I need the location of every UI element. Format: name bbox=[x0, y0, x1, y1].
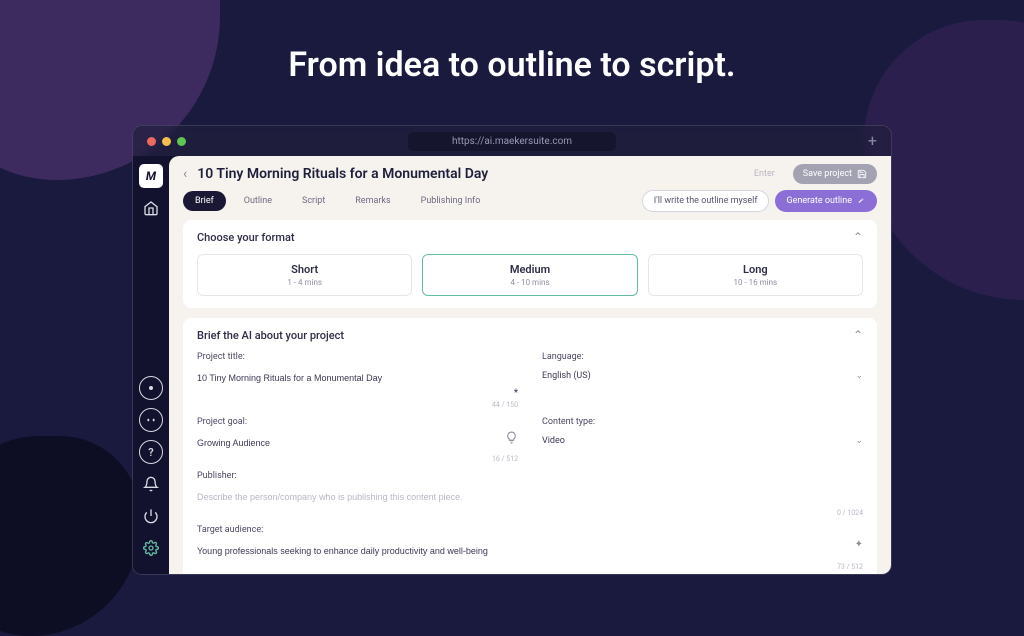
header: ‹ 10 Tiny Morning Rituals for a Monument… bbox=[169, 156, 891, 190]
maximize-icon[interactable] bbox=[177, 137, 186, 146]
lightbulb-icon[interactable] bbox=[505, 431, 518, 444]
project-goal-input[interactable] bbox=[197, 433, 518, 453]
required-star-icon: * bbox=[514, 388, 518, 399]
home-icon[interactable] bbox=[139, 196, 163, 220]
page-title: 10 Tiny Morning Rituals for a Monumental… bbox=[197, 166, 744, 182]
chevron-up-icon[interactable]: ⌃ bbox=[853, 328, 863, 342]
enter-hint: Enter bbox=[754, 169, 775, 179]
brief-heading: Brief the AI about your project bbox=[197, 329, 344, 342]
settings-icon[interactable] bbox=[139, 536, 163, 560]
tab-brief[interactable]: Brief bbox=[183, 191, 226, 211]
logo-icon[interactable]: M bbox=[139, 164, 163, 188]
chevron-down-icon: ⌄ bbox=[855, 371, 863, 381]
target-icon[interactable] bbox=[139, 376, 163, 400]
format-heading: Choose your format bbox=[197, 231, 295, 244]
language-select[interactable]: English (US) ⌄ bbox=[542, 366, 863, 386]
generate-outline-button[interactable]: Generate outline bbox=[775, 190, 877, 212]
project-title-input[interactable] bbox=[197, 368, 518, 388]
goal-char-count: 16 / 512 bbox=[197, 455, 518, 463]
chevron-up-icon[interactable]: ⌃ bbox=[853, 230, 863, 244]
tab-outline[interactable]: Outline bbox=[232, 191, 284, 211]
field-project-title: Project title: * 44 / 150 bbox=[197, 352, 518, 409]
close-icon[interactable] bbox=[147, 137, 156, 146]
publisher-char-count: 0 / 1024 bbox=[197, 509, 863, 517]
help-icon[interactable]: ? bbox=[139, 440, 163, 464]
field-publisher: Publisher: 0 / 1024 bbox=[197, 471, 863, 517]
new-tab-button[interactable]: + bbox=[868, 133, 877, 149]
discord-icon[interactable] bbox=[139, 408, 163, 432]
hero-headline: From idea to outline to script. bbox=[0, 0, 1024, 105]
field-target-audience: Target audience: ✦ 73 / 512 bbox=[197, 525, 863, 571]
sparkle-icon[interactable]: ✦ bbox=[855, 539, 863, 550]
url-bar[interactable]: https://ai.maekersuite.com bbox=[408, 132, 616, 151]
back-icon[interactable]: ‹ bbox=[183, 166, 187, 182]
app-shell: M ? bbox=[133, 156, 891, 574]
chevron-down-icon: ⌄ bbox=[855, 436, 863, 446]
field-project-goal: Project goal: 16 / 512 bbox=[197, 417, 518, 463]
tabs: Brief Outline Script Remarks Publishing … bbox=[169, 190, 891, 220]
title-char-count: 44 / 150 bbox=[197, 401, 518, 409]
audience-input[interactable] bbox=[197, 541, 863, 561]
format-option-long[interactable]: Long 10 - 16 mins bbox=[648, 254, 863, 296]
brief-card: Brief the AI about your project ⌃ Projec… bbox=[183, 318, 877, 574]
format-option-short[interactable]: Short 1 - 4 mins bbox=[197, 254, 412, 296]
tab-script[interactable]: Script bbox=[290, 191, 337, 211]
save-project-button[interactable]: Save project bbox=[793, 164, 877, 184]
browser-window: https://ai.maekersuite.com + M ? bbox=[132, 125, 892, 575]
browser-bar: https://ai.maekersuite.com + bbox=[133, 126, 891, 156]
minimize-icon[interactable] bbox=[162, 137, 171, 146]
field-content-type: Content type: Video ⌄ bbox=[542, 417, 863, 463]
main-panel: ‹ 10 Tiny Morning Rituals for a Monument… bbox=[169, 156, 891, 574]
tab-remarks[interactable]: Remarks bbox=[343, 191, 402, 211]
power-icon[interactable] bbox=[139, 504, 163, 528]
sidebar: M ? bbox=[133, 156, 169, 574]
publisher-input[interactable] bbox=[197, 487, 863, 507]
content-type-select[interactable]: Video ⌄ bbox=[542, 431, 863, 451]
format-option-medium[interactable]: Medium 4 - 10 mins bbox=[422, 254, 637, 296]
field-language: Language: English (US) ⌄ bbox=[542, 352, 863, 409]
traffic-lights bbox=[147, 137, 186, 146]
wand-icon bbox=[857, 197, 866, 206]
save-icon bbox=[857, 169, 867, 179]
content-scroll[interactable]: Choose your format ⌃ Short 1 - 4 mins Me… bbox=[169, 220, 891, 574]
audience-char-count: 73 / 512 bbox=[197, 563, 863, 571]
format-card: Choose your format ⌃ Short 1 - 4 mins Me… bbox=[183, 220, 877, 308]
tab-publishing[interactable]: Publishing Info bbox=[409, 191, 493, 211]
write-outline-myself-button[interactable]: I'll write the outline myself bbox=[642, 190, 770, 212]
bell-icon[interactable] bbox=[139, 472, 163, 496]
